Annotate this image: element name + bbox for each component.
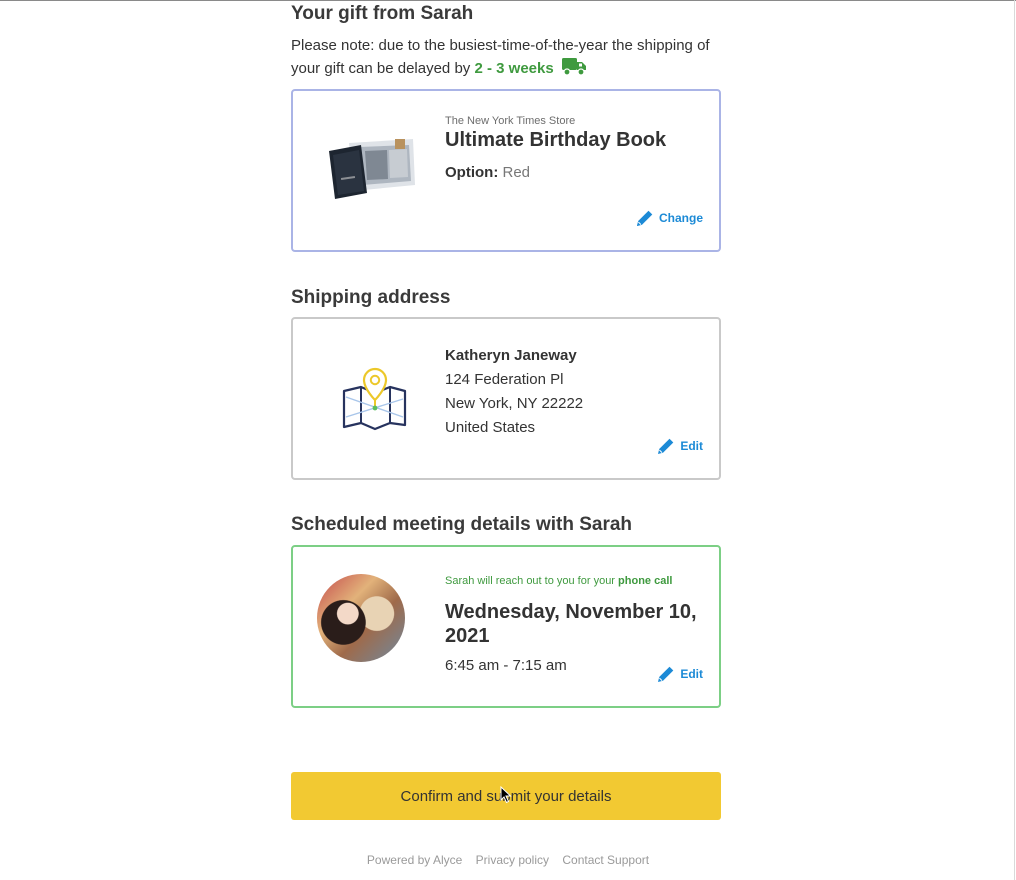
address-line-1: 124 Federation Pl bbox=[445, 371, 564, 388]
gift-heading: Your gift from Sarah bbox=[291, 3, 474, 24]
product-option: Option: Red bbox=[445, 164, 666, 181]
option-value: Red bbox=[502, 164, 531, 181]
truck-icon bbox=[561, 58, 586, 76]
meeting-note: Sarah will reach out to you for your pho… bbox=[445, 575, 705, 587]
recipient-name: Katheryn Janeway bbox=[445, 347, 577, 364]
pencil-icon bbox=[636, 210, 653, 226]
product-title: Ultimate Birthday Book bbox=[445, 129, 667, 151]
powered-by-link[interactable]: Powered by Alyce bbox=[367, 853, 462, 867]
footer: Powered by Alyce Privacy policy Contact … bbox=[0, 853, 1016, 867]
product-image bbox=[329, 139, 415, 199]
shipping-address-block: Katheryn Janeway 124 Federation Pl New Y… bbox=[445, 344, 583, 440]
delay-weeks: 2 - 3 weeks bbox=[474, 60, 554, 77]
store-name: The New York Times Store bbox=[445, 115, 576, 127]
mouse-cursor-icon bbox=[500, 786, 512, 804]
pencil-icon bbox=[658, 666, 674, 682]
option-label: Option: bbox=[445, 164, 499, 181]
meeting-card: Sarah will reach out to you for your pho… bbox=[291, 545, 721, 708]
edit-shipping-button[interactable]: Edit bbox=[656, 436, 703, 456]
address-country: United States bbox=[445, 419, 536, 436]
map-pin-icon bbox=[342, 367, 407, 431]
top-divider bbox=[0, 0, 1016, 1]
meeting-date: Wednesday, November 10, 2021 bbox=[445, 601, 697, 647]
meeting-type: phone call bbox=[618, 575, 673, 587]
privacy-policy-link[interactable]: Privacy policy bbox=[476, 853, 549, 867]
gift-card: The New York Times Store Ultimate Birthd… bbox=[291, 89, 721, 252]
contact-support-link[interactable]: Contact Support bbox=[562, 853, 649, 867]
right-scrollbar-edge bbox=[1014, 0, 1015, 880]
shipping-card: Katheryn Janeway 124 Federation Pl New Y… bbox=[291, 317, 721, 480]
change-gift-button[interactable]: Change bbox=[635, 208, 703, 228]
edit-meeting-button[interactable]: Edit bbox=[656, 664, 703, 684]
address-line-2: New York, NY 22222 bbox=[445, 395, 584, 412]
change-label: Change bbox=[658, 211, 703, 225]
meeting-heading: Scheduled meeting details with Sarah bbox=[291, 514, 633, 535]
edit-label: Edit bbox=[680, 439, 703, 453]
meeting-note-text: Sarah will reach out to you for your bbox=[445, 575, 615, 587]
pencil-icon bbox=[658, 438, 674, 454]
shipping-heading: Shipping address bbox=[291, 287, 451, 308]
edit-label: Edit bbox=[680, 667, 703, 681]
host-avatar bbox=[317, 574, 405, 662]
shipping-delay-note: Please note: due to the busiest-time-of-… bbox=[291, 34, 731, 80]
